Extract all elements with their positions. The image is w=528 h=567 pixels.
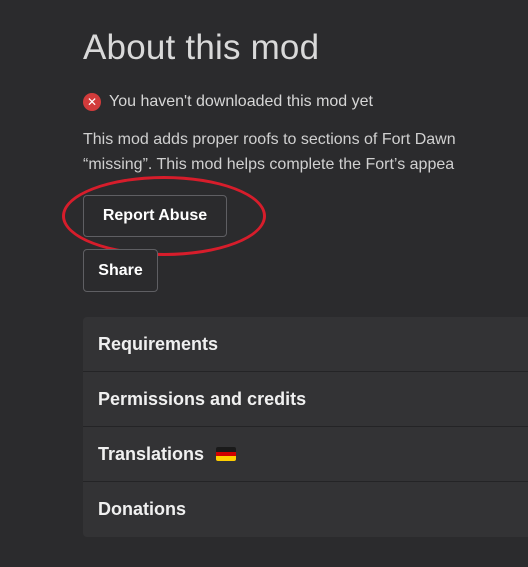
- mod-info-accordion: Requirements Permissions and credits Tra…: [83, 317, 528, 537]
- accordion-label: Donations: [98, 499, 186, 519]
- accordion-item-donations[interactable]: Donations: [83, 482, 528, 537]
- share-button[interactable]: Share: [83, 249, 158, 292]
- download-status: ✕ You haven't downloaded this mod yet: [83, 93, 373, 111]
- accordion-item-translations[interactable]: Translations: [83, 427, 528, 482]
- report-abuse-button[interactable]: Report Abuse: [83, 195, 227, 237]
- accordion-label: Requirements: [98, 333, 219, 354]
- accordion-item-requirements[interactable]: Requirements: [83, 317, 528, 372]
- x-circle-icon: ✕: [83, 93, 101, 111]
- download-status-text: You haven't downloaded this mod yet: [109, 93, 373, 110]
- accordion-item-permissions[interactable]: Permissions and credits: [83, 372, 528, 427]
- description-line-1: This mod adds proper roofs to sections o…: [83, 131, 456, 148]
- accordion-label: Translations: [98, 443, 205, 464]
- description-line-2: “missing”. This mod helps complete the F…: [83, 156, 455, 173]
- mod-description: This mod adds proper roofs to sections o…: [83, 127, 528, 177]
- page-title: About this mod: [83, 28, 320, 67]
- accordion-label: Permissions and credits: [98, 388, 307, 409]
- german-flag-icon: [216, 447, 237, 461]
